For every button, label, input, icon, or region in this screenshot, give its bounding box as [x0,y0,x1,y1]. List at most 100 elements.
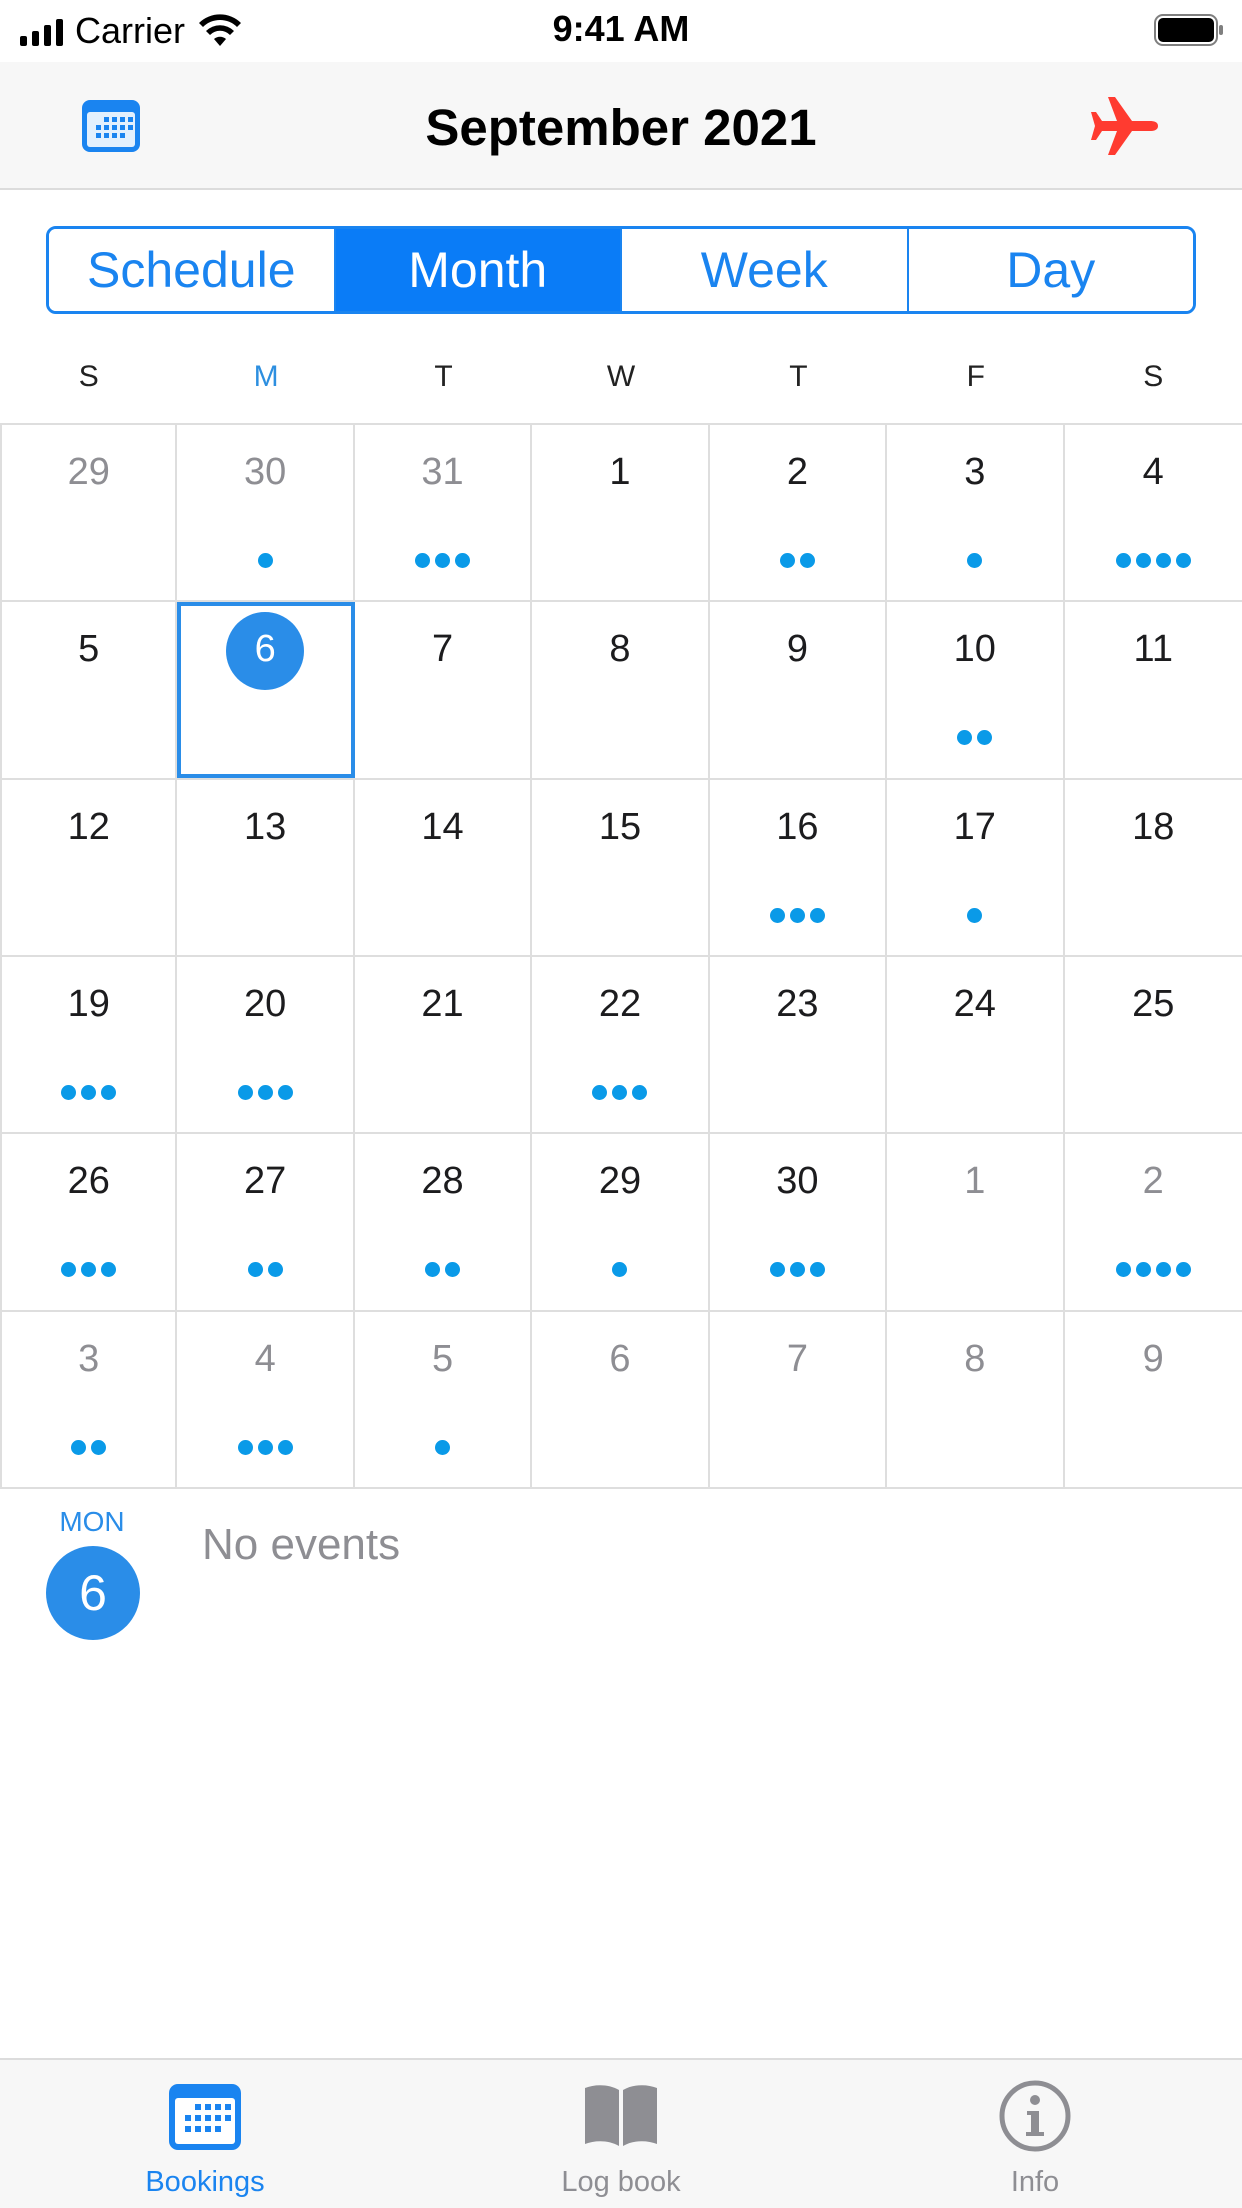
calendar-day[interactable]: 13 [177,779,355,955]
event-dot [237,1439,253,1455]
calendar-day[interactable]: 28 [355,1134,533,1310]
calendar-day[interactable]: 15 [532,779,710,955]
day-number: 3 [78,1337,100,1380]
day-number: 22 [598,982,642,1025]
calendar-day[interactable]: 19 [0,956,178,1133]
calendar-week-row: 5 6 7 8 9 10 11 [0,602,1242,780]
calendar-day[interactable]: 1 [532,425,710,601]
calendar-day[interactable]: 10 [887,602,1065,778]
event-dot [769,1262,785,1278]
day-number: 15 [598,805,642,848]
calendar-day[interactable]: 16 [710,779,888,955]
calendar-day[interactable]: 7 [710,1311,888,1487]
event-dot [101,1084,117,1100]
calendar-day[interactable]: 23 [710,956,888,1133]
calendar-day[interactable]: 21 [355,956,533,1133]
event-dot [977,730,993,746]
tab-label-bookings: Bookings [145,2166,265,2198]
calendar-day[interactable]: 3 [887,425,1065,601]
calendar-day[interactable]: 4 [1065,425,1242,600]
event-dot [799,553,815,568]
event-dot [1135,1262,1151,1278]
calendar-day[interactable]: 3 [0,1311,178,1487]
calendar-day[interactable]: 8 [532,602,710,778]
calendar-day[interactable]: 12 [0,779,178,955]
event-dot [592,1084,608,1100]
day-number: 29 [598,1160,642,1203]
calendar-day[interactable]: 20 [177,956,355,1133]
day-detail: MON 6 No events [0,1500,1242,1660]
calendar-day[interactable]: 14 [355,779,533,955]
event-dot [445,1262,461,1278]
calendar-day[interactable]: 9 [1065,1312,1242,1487]
event-dot [1115,1262,1131,1278]
event-dot [1155,1262,1171,1278]
event-dot [61,1262,77,1278]
calendar-day[interactable]: 8 [887,1311,1065,1487]
calendar-day[interactable]: 4 [177,1311,355,1487]
event-indicators [710,1262,885,1278]
event-indicators [1065,553,1242,568]
calendar-day[interactable]: 7 [355,602,533,778]
tab-info[interactable]: Info [828,2060,1242,2208]
calendar-day[interactable]: 17 [887,779,1065,955]
event-indicators [532,1084,707,1100]
calendar-day[interactable]: 2 [1065,1134,1242,1309]
calendar-icon [169,2084,241,2150]
calendar-week-row: 3 4 5 6 7 8 9 [0,1311,1242,1489]
status-bar: Carrier 9:41 AM [0,0,1242,62]
calendar-day[interactable]: 22 [532,956,710,1133]
day-number: 31 [421,451,464,493]
calendar-day[interactable]: 9 [710,602,888,778]
calendar-day[interactable]: 29 [0,425,178,601]
calendar-day[interactable]: 18 [1065,780,1242,955]
event-indicators [2,1439,175,1455]
day-number: 28 [421,1160,464,1203]
weekday-label: W [606,360,636,393]
calendar-day[interactable]: 5 [0,602,178,778]
tab-label-info: Info [1010,2166,1060,2198]
day-number: 13 [243,805,287,848]
calendar-day[interactable]: 2 [710,425,888,601]
calendar-day[interactable]: 25 [1065,957,1242,1132]
day-number: 7 [786,1337,808,1380]
segment-month[interactable]: Month [335,229,622,311]
event-dot [267,1262,283,1278]
calendar-day[interactable]: 30 [710,1134,888,1310]
segment-schedule[interactable]: Schedule [49,229,336,311]
calendar-day[interactable]: 31 [355,425,533,601]
calendar-day[interactable]: 30 [177,425,355,601]
day-number: 12 [67,805,110,848]
day-number: 17 [953,805,996,848]
event-dot [435,553,451,568]
book-icon [585,2085,657,2146]
calendar-day[interactable]: 26 [0,1134,178,1310]
tab-bookings[interactable]: Bookings [0,2060,414,2208]
calendar-day[interactable]: 5 [355,1311,533,1487]
calendar-day[interactable]: 27 [177,1134,355,1310]
status-time: 9:41 AM [552,8,690,49]
battery-icon [1154,14,1223,46]
weekday-label: S [1143,360,1164,393]
calendar-day-selected[interactable]: 6 [177,602,355,778]
event-dot [81,1262,97,1278]
calendar-day[interactable]: 24 [887,956,1065,1133]
event-dot [967,907,983,923]
calendar-day[interactable]: 6 [532,1311,710,1487]
day-number: 6 [609,1337,631,1380]
tab-log-book[interactable]: Log book [414,2060,828,2208]
segment-week[interactable]: Week [622,229,909,311]
calendar-day[interactable]: 1 [887,1134,1065,1310]
day-number: 1 [609,451,631,493]
calendar-day[interactable]: 29 [532,1134,710,1310]
calendar-week-row: 12 13 14 15 16 17 18 [0,779,1242,957]
event-dot [101,1262,117,1278]
day-number: 29 [67,451,110,493]
airplane-icon[interactable] [1088,92,1160,160]
calendar-day[interactable]: 11 [1065,602,1242,777]
day-number: 24 [953,982,996,1025]
selected-day-badge: 6 [46,1546,140,1640]
event-indicators [1065,1262,1242,1278]
segment-day[interactable]: Day [908,229,1193,311]
event-dot [435,1439,451,1455]
